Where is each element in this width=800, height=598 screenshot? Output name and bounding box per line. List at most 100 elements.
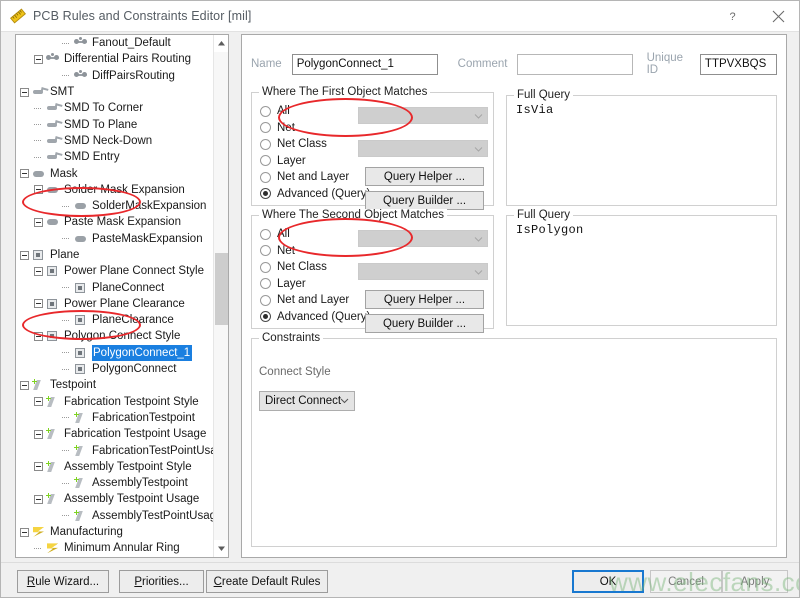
second-object-option-net-class[interactable]: Net Class: [260, 259, 370, 276]
collapse-icon[interactable]: [34, 462, 43, 471]
first-object-query-builder-button[interactable]: Query Builder ...: [365, 191, 484, 210]
second-object-radio-group[interactable]: All Net Net Class Layer: [260, 226, 370, 325]
tree-item[interactable]: SMT: [16, 84, 214, 100]
tree-item[interactable]: DiffPairsRouting: [16, 68, 214, 84]
first-object-query-helper-button[interactable]: Query Helper ...: [365, 167, 484, 186]
tree-item[interactable]: Polygon Connect Style: [16, 328, 214, 344]
scroll-down-icon[interactable]: [214, 540, 229, 557]
second-object-option-layer[interactable]: Layer: [260, 276, 370, 293]
tree-item[interactable]: SMD To Corner: [16, 100, 214, 116]
first-object-option-advanced-query[interactable]: Advanced (Query): [260, 186, 370, 203]
rules-tree[interactable]: Fanout_DefaultDifferential Pairs Routing…: [16, 35, 214, 557]
tree-item[interactable]: FabricationTestpoint: [16, 410, 214, 426]
cancel-button[interactable]: Cancel: [650, 570, 722, 593]
collapse-icon[interactable]: [34, 299, 43, 308]
second-object-option-net[interactable]: Net: [260, 243, 370, 260]
tree-scrollbar-thumb[interactable]: [215, 253, 228, 325]
second-object-query-helper-button[interactable]: Query Helper ...: [365, 290, 484, 309]
tree-item[interactable]: PasteMaskExpansion: [16, 231, 214, 247]
tree-item[interactable]: PlaneConnect: [16, 279, 214, 295]
tree-item[interactable]: Solder Mask Expansion: [16, 182, 214, 198]
tree-item[interactable]: Assembly Testpoint Usage: [16, 491, 214, 507]
tree-item-label: Fabrication Testpoint Usage: [64, 426, 206, 442]
tree-item[interactable]: AssemblyTestpoint: [16, 475, 214, 491]
collapse-icon[interactable]: [34, 267, 43, 276]
radio-icon: [260, 122, 271, 133]
collapse-icon[interactable]: [34, 430, 43, 439]
first-object-option-net-and-layer[interactable]: Net and Layer: [260, 169, 370, 186]
collapse-icon[interactable]: [20, 381, 29, 390]
first-object-radio-group[interactable]: All Net Net Class Layer: [260, 103, 370, 202]
tree-item[interactable]: Power Plane Clearance: [16, 296, 214, 312]
first-object-net-combo[interactable]: [358, 107, 488, 124]
first-object-option-net-class[interactable]: Net Class: [260, 136, 370, 153]
tree-item[interactable]: PolygonConnect_1: [16, 345, 214, 361]
tree-scrollbar[interactable]: [213, 35, 228, 557]
tree-item[interactable]: Manufacturing: [16, 524, 214, 540]
tree-item[interactable]: FabricationTestPointUsage: [16, 442, 214, 458]
tree-item[interactable]: Minimum Annular Ring: [16, 540, 214, 556]
tree-item[interactable]: SMD Neck-Down: [16, 133, 214, 149]
tree-item[interactable]: Plane: [16, 247, 214, 263]
tree-item[interactable]: Fabrication Testpoint Usage: [16, 426, 214, 442]
ok-button[interactable]: OK: [572, 570, 644, 593]
collapse-icon[interactable]: [20, 251, 29, 260]
close-icon[interactable]: [755, 1, 800, 32]
tree-item-label: AssemblyTestpoint: [92, 475, 188, 491]
second-full-query-box[interactable]: Full Query IsPolygon: [506, 215, 777, 326]
second-full-query-text[interactable]: IsPolygon: [516, 223, 584, 237]
window-controls: ?: [710, 1, 800, 32]
option-label: Advanced (Query): [277, 188, 370, 200]
tree-item[interactable]: Assembly Testpoint Style: [16, 459, 214, 475]
rule-wizard-button[interactable]: Rule Wizard...: [17, 570, 109, 593]
second-object-option-advanced-query[interactable]: Advanced (Query): [260, 309, 370, 326]
connect-style-dropdown[interactable]: Direct Connect: [259, 391, 355, 411]
apply-button[interactable]: Apply: [722, 570, 788, 593]
collapse-icon[interactable]: [34, 332, 43, 341]
tree-item[interactable]: Power Plane Connect Style: [16, 263, 214, 279]
tree-item[interactable]: PolygonConnect: [16, 361, 214, 377]
radio-icon: [260, 172, 271, 183]
name-input[interactable]: PolygonConnect_1: [292, 54, 438, 75]
create-default-rules-button[interactable]: Create Default Rules: [206, 570, 328, 593]
first-object-option-layer[interactable]: Layer: [260, 153, 370, 170]
tree-item[interactable]: Fanout_Default: [16, 35, 214, 51]
collapse-icon[interactable]: [20, 88, 29, 97]
tree-item[interactable]: Differential Pairs Routing: [16, 51, 214, 67]
mask-icon: [46, 184, 61, 196]
second-object-net-class-combo[interactable]: [358, 263, 488, 280]
first-object-net-class-combo[interactable]: [358, 140, 488, 157]
tree-item[interactable]: Acute Angle: [16, 557, 214, 558]
tree-item[interactable]: PlaneClearance: [16, 312, 214, 328]
comment-input[interactable]: [517, 54, 633, 75]
second-object-option-all[interactable]: All: [260, 226, 370, 243]
scroll-up-icon[interactable]: [214, 35, 229, 52]
second-object-option-net-and-layer[interactable]: Net and Layer: [260, 292, 370, 309]
collapse-icon[interactable]: [34, 55, 43, 64]
help-icon[interactable]: ?: [710, 1, 755, 32]
first-object-option-net[interactable]: Net: [260, 120, 370, 137]
tree-item[interactable]: SolderMaskExpansion: [16, 198, 214, 214]
tree-item[interactable]: SMD Entry: [16, 149, 214, 165]
collapse-icon[interactable]: [34, 495, 43, 504]
collapse-icon[interactable]: [34, 397, 43, 406]
collapse-icon[interactable]: [34, 218, 43, 227]
tree-item[interactable]: Testpoint: [16, 377, 214, 393]
tree-item[interactable]: Fabrication Testpoint Style: [16, 394, 214, 410]
collapse-icon[interactable]: [20, 169, 29, 178]
unique-id-input[interactable]: TTPVXBQS: [700, 54, 777, 75]
first-full-query-box[interactable]: Full Query IsVia: [506, 95, 777, 206]
tree-item[interactable]: AssemblyTestPointUsage: [16, 508, 214, 524]
tree-connector-icon: [62, 202, 71, 211]
first-object-option-all[interactable]: All: [260, 103, 370, 120]
first-full-query-text[interactable]: IsVia: [516, 103, 554, 117]
rules-tree-panel[interactable]: Fanout_DefaultDifferential Pairs Routing…: [15, 34, 229, 558]
tree-item[interactable]: Mask: [16, 165, 214, 181]
tree-item[interactable]: Paste Mask Expansion: [16, 214, 214, 230]
collapse-icon[interactable]: [34, 185, 43, 194]
second-object-net-combo[interactable]: [358, 230, 488, 247]
tree-item[interactable]: SMD To Plane: [16, 116, 214, 132]
collapse-icon[interactable]: [20, 528, 29, 537]
priorities-button[interactable]: Priorities...: [119, 570, 204, 593]
second-object-query-builder-button[interactable]: Query Builder ...: [365, 314, 484, 333]
